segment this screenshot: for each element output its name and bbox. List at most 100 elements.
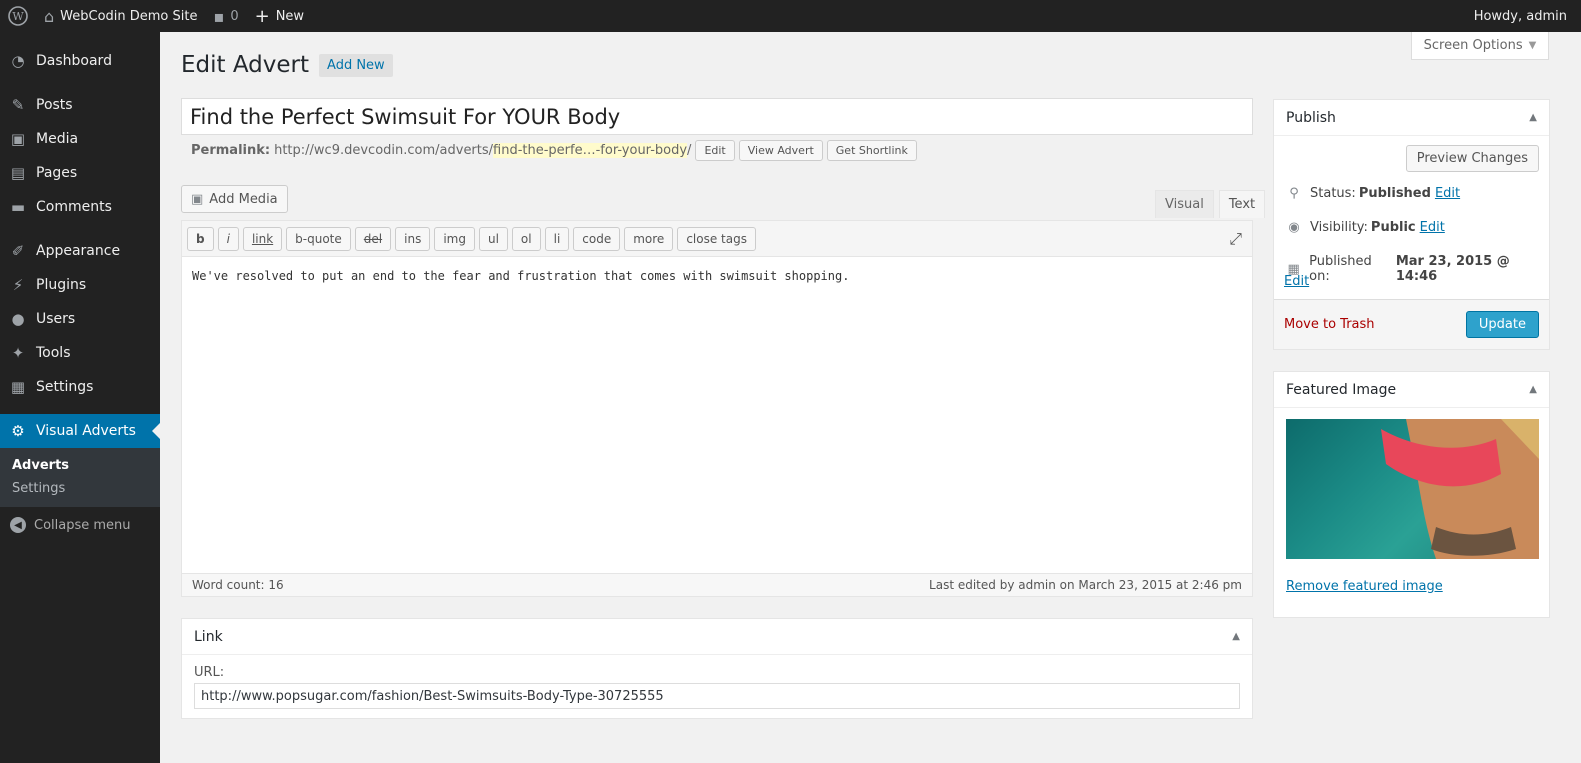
tab-text[interactable]: Text (1218, 190, 1266, 218)
menu-label: Tools (36, 345, 71, 361)
post-title-input[interactable]: Find the Perfect Swimsuit For YOUR Body (181, 98, 1253, 135)
qt-ul-button[interactable]: ul (478, 226, 508, 251)
featured-image-title: Featured Image (1286, 381, 1397, 398)
add-media-button[interactable]: ▣ Add Media (181, 185, 288, 213)
qt-close-tags-button[interactable]: close tags (677, 226, 756, 251)
edit-date-link[interactable]: Edit (1284, 274, 1309, 289)
qt-italic-button[interactable]: i (217, 226, 239, 251)
menu-label: Plugins (36, 277, 87, 293)
edit-visibility-link[interactable]: Edit (1420, 220, 1445, 235)
qt-code-button[interactable]: code (573, 226, 621, 251)
menu-label: Settings (36, 379, 94, 395)
qt-blockquote-button[interactable]: b-quote (286, 226, 351, 251)
publish-actions: Move to Trash Update (1274, 299, 1549, 349)
publish-metabox-header[interactable]: Publish ▲ (1274, 100, 1549, 136)
edit-status-link[interactable]: Edit (1435, 186, 1460, 201)
url-input[interactable]: http://www.popsugar.com/fashion/Best-Swi… (194, 683, 1240, 709)
link-metabox-title: Link (194, 628, 223, 645)
get-shortlink-button[interactable]: Get Shortlink (826, 140, 917, 161)
menu-appearance[interactable]: ✐ Appearance (0, 234, 160, 268)
quicktags-toolbar: b i link b-quote del ins img ul ol li co… (182, 221, 1252, 257)
url-value: http://www.popsugar.com/fashion/Best-Swi… (201, 688, 664, 704)
qt-link-button[interactable]: link (242, 226, 283, 251)
url-label: URL: (194, 665, 225, 680)
permalink-slug[interactable]: find-the-perfe…-for-your-body (493, 143, 688, 158)
post-visibility: ◉ Visibility: Public Edit (1284, 220, 1445, 235)
preview-changes-button[interactable]: Preview Changes (1405, 145, 1539, 172)
qt-del-button[interactable]: del (354, 226, 392, 251)
edit-permalink-button[interactable]: Edit (695, 140, 735, 161)
menu-settings[interactable]: ▦ Settings (0, 370, 160, 404)
menu-posts[interactable]: ✎ Posts (0, 88, 160, 122)
update-button[interactable]: Update (1465, 311, 1539, 338)
featured-image-metabox: Featured Image ▲ Remove featured image (1273, 371, 1550, 618)
menu-comments[interactable]: ▬ Comments (0, 190, 160, 224)
admin-bar: W ⌂ WebCodin Demo Site ▪ 0 + New Howdy, … (0, 0, 1581, 32)
menu-label: Media (36, 131, 79, 147)
menu-plugins[interactable]: ⚡ Plugins (0, 268, 160, 302)
collapse-toggle-icon[interactable]: ▲ (1529, 384, 1537, 395)
collapse-toggle-icon[interactable]: ▲ (1529, 112, 1537, 123)
move-to-trash-link[interactable]: Move to Trash (1284, 317, 1375, 332)
comments-link[interactable]: ▪ 0 (205, 0, 246, 32)
screen-options-button[interactable]: Screen Options ▼ (1411, 32, 1549, 60)
link-metabox: Link ▲ URL: http://www.popsugar.com/fash… (181, 618, 1253, 719)
featured-image-thumbnail[interactable] (1286, 419, 1539, 559)
site-name-link[interactable]: ⌂ WebCodin Demo Site (36, 0, 205, 32)
post-status: ⚲ Status: Published Edit (1284, 186, 1460, 201)
menu-dashboard[interactable]: ◔ Dashboard (0, 44, 160, 78)
submenu-adverts[interactable]: Adverts (0, 454, 160, 477)
permalink-label: Permalink: (191, 143, 271, 158)
howdy-text: Howdy, admin (1473, 8, 1567, 24)
qt-ol-button[interactable]: ol (511, 226, 541, 251)
menu-pages[interactable]: ▤ Pages (0, 156, 160, 190)
remove-featured-image-link[interactable]: Remove featured image (1286, 579, 1443, 594)
publish-title: Publish (1286, 109, 1336, 126)
tab-visual[interactable]: Visual (1155, 190, 1214, 218)
add-new-button[interactable]: Add New (319, 53, 393, 77)
qt-ins-button[interactable]: ins (395, 226, 431, 251)
editor-text: We've resolved to put an end to the fear… (192, 269, 850, 283)
published-on-value: Mar 23, 2015 @ 14:46 (1395, 254, 1510, 284)
new-label: New (275, 8, 305, 24)
menu-label: Dashboard (36, 53, 112, 69)
comments-count: 0 (230, 8, 239, 24)
wordpress-icon: W (8, 6, 28, 26)
eye-icon: ◉ (1288, 220, 1300, 235)
qt-li-button[interactable]: li (544, 226, 570, 251)
permalink-tail: / (687, 143, 692, 158)
home-icon: ⌂ (44, 6, 55, 26)
wordpress-logo[interactable]: W (0, 0, 36, 32)
visual-adverts-submenu: Adverts Settings (0, 448, 160, 507)
page-title: Edit Advert (181, 52, 310, 78)
collapse-toggle-icon[interactable]: ▲ (1232, 631, 1240, 642)
comment-bubble-icon: ▪ (213, 6, 225, 26)
menu-visual-adverts[interactable]: ⚙ Visual Adverts (0, 414, 160, 448)
svg-text:W: W (12, 10, 24, 23)
menu-tools[interactable]: ✦ Tools (0, 336, 160, 370)
published-on-label: Published on: (1309, 254, 1372, 284)
submenu-settings[interactable]: Settings (0, 477, 160, 500)
account-menu[interactable]: Howdy, admin (1466, 0, 1581, 32)
swimsuit-photo (1381, 419, 1539, 559)
view-advert-button[interactable]: View Advert (738, 140, 823, 161)
featured-image-header[interactable]: Featured Image ▲ (1274, 372, 1549, 408)
add-media-label: Add Media (209, 191, 278, 207)
qt-more-button[interactable]: more (624, 226, 674, 251)
new-content-link[interactable]: + New (247, 0, 312, 32)
menu-label: Appearance (36, 243, 121, 259)
page-header: Edit Advert Add New (181, 52, 393, 78)
qt-img-button[interactable]: img (434, 226, 475, 251)
collapse-menu-button[interactable]: ◀ Collapse menu (0, 507, 160, 543)
dashboard-icon: ◔ (11, 52, 25, 70)
menu-users[interactable]: ● Users (0, 302, 160, 336)
menu-label: Users (36, 311, 76, 327)
publish-metabox: Publish ▲ Preview Changes ⚲ Status: Publ… (1273, 99, 1550, 350)
qt-bold-button[interactable]: b (187, 226, 214, 251)
published-on: ▦ Published on: Mar 23, 2015 @ 14:46 (1284, 254, 1549, 284)
menu-media[interactable]: ▣ Media (0, 122, 160, 156)
editor-textarea[interactable]: We've resolved to put an end to the fear… (182, 257, 1252, 295)
settings-icon: ▦ (10, 378, 26, 396)
fullscreen-icon[interactable]: ⤢ (1229, 229, 1242, 249)
link-metabox-header[interactable]: Link ▲ (182, 619, 1252, 655)
